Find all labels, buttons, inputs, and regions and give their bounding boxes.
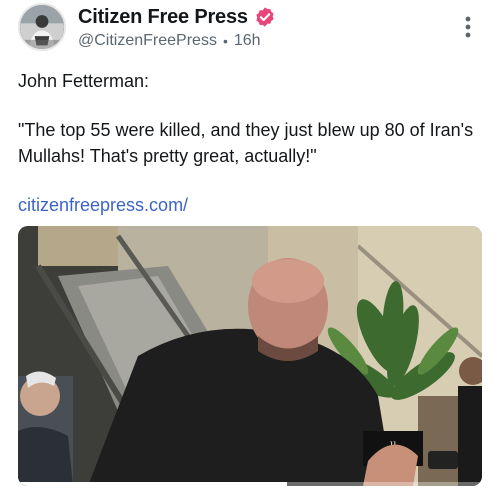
name-row: Citizen Free Press: [78, 5, 276, 29]
author-display-name[interactable]: Citizen Free Press: [78, 6, 248, 29]
video-frame: ll urs: [18, 226, 482, 486]
post-link[interactable]: citizenfreepress.com/: [18, 192, 188, 218]
video-player[interactable]: ll urs: [18, 226, 482, 486]
post-text-intro: John Fetterman:: [18, 71, 150, 91]
post-text: John Fetterman: "The top 55 were killed,…: [18, 68, 484, 218]
avatar-image: [20, 5, 64, 49]
post-header: Citizen Free Press @CitizenFreePress • 1…: [18, 3, 482, 53]
author-block: Citizen Free Press @CitizenFreePress • 1…: [78, 5, 276, 50]
post-timestamp[interactable]: 16h: [234, 32, 261, 50]
meta-row: @CitizenFreePress • 16h: [78, 32, 276, 50]
meta-separator: •: [222, 33, 228, 49]
video-progress-fill: [18, 482, 288, 486]
verified-badge-icon: [254, 6, 276, 28]
author-handle[interactable]: @CitizenFreePress: [78, 32, 217, 50]
post-text-quote: "The top 55 were killed, and they just b…: [18, 120, 474, 166]
video-progress-track[interactable]: [18, 482, 482, 486]
author-avatar[interactable]: [18, 3, 66, 51]
more-vertical-icon[interactable]: [458, 15, 478, 39]
